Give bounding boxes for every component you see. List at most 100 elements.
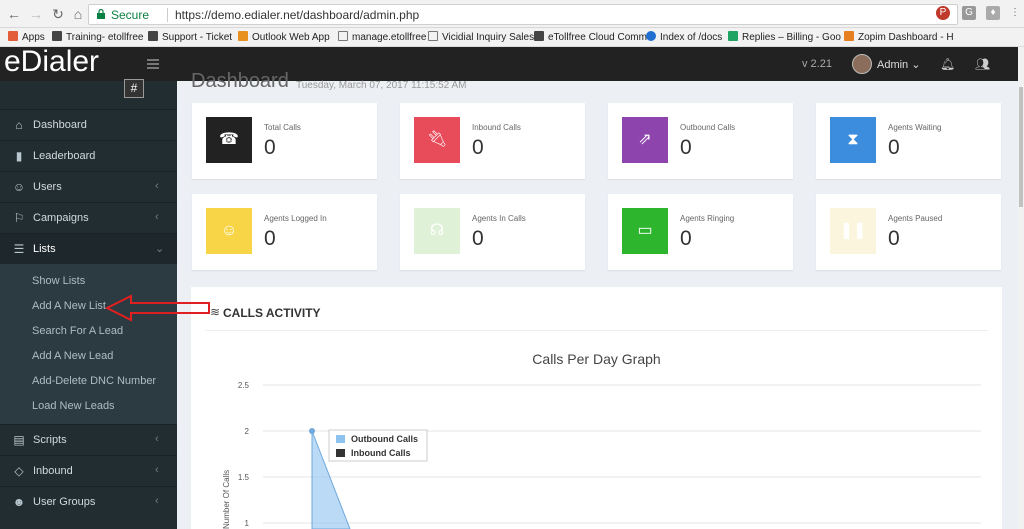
sidebar-item-campaigns[interactable]: ⚐ Campaigns ‹ bbox=[0, 202, 177, 233]
bookmark-item[interactable]: Zopim Dashboard - H bbox=[844, 31, 954, 43]
users-icon[interactable]: 👥︎ bbox=[975, 57, 990, 71]
calls-chart: 2.5 2 1.5 1 Number Of Calls Outbound Calls Inb… bbox=[222, 381, 981, 529]
menu-icon[interactable]: ⋮ bbox=[1008, 6, 1022, 20]
divider bbox=[205, 330, 988, 331]
back-icon[interactable]: ← bbox=[6, 6, 22, 22]
y-tick-label: 1.5 bbox=[238, 473, 250, 482]
lock-icon bbox=[97, 9, 105, 19]
sidebar-item-users[interactable]: ☺ Users ‹ bbox=[0, 171, 177, 202]
bookmark-apps[interactable]: Apps bbox=[8, 31, 45, 43]
stat-card-agents-logged-in[interactable]: ☺ Agents Logged In 0 bbox=[192, 194, 377, 270]
stat-label: Inbound Calls bbox=[472, 123, 521, 132]
extension-icon[interactable]: ♦ bbox=[986, 6, 1000, 20]
bookmark-item[interactable]: manage.etollfree bbox=[338, 31, 427, 43]
users-icon: ☺ bbox=[12, 180, 26, 194]
submenu-add-delete-dnc[interactable]: Add-Delete DNC Number bbox=[32, 375, 156, 387]
legend-label-inbound: Inbound Calls bbox=[351, 448, 411, 458]
apps-icon bbox=[8, 31, 18, 41]
bookmarks-bar: Apps Training- etollfree Support - Ticke… bbox=[0, 28, 1024, 47]
sidebar-item-leaderboard[interactable]: ▮ Leaderboard bbox=[0, 140, 177, 171]
legend-swatch-inbound bbox=[336, 449, 345, 457]
list-icon: ☰ bbox=[13, 242, 25, 256]
headset-icon: ☊ bbox=[414, 208, 460, 254]
stat-card-outbound-calls[interactable]: ⇗ Outbound Calls 0 bbox=[608, 103, 793, 179]
hamburger-menu-icon[interactable] bbox=[147, 59, 159, 69]
outlook-icon bbox=[238, 31, 248, 41]
stat-label: Total Calls bbox=[264, 123, 301, 132]
submenu-show-lists[interactable]: Show Lists bbox=[32, 275, 85, 287]
submenu-load-new-leads[interactable]: Load New Leads bbox=[32, 400, 115, 412]
stat-card-total-calls[interactable]: ☎ Total Calls 0 bbox=[192, 103, 377, 179]
file-icon: ▤ bbox=[13, 433, 25, 447]
stat-card-inbound-calls[interactable]: 🔌︎ Inbound Calls 0 bbox=[400, 103, 585, 179]
plug-icon: 🔌︎ bbox=[414, 117, 460, 163]
user-groups-icon: ☻ bbox=[12, 495, 26, 509]
scroll-thumb[interactable] bbox=[1019, 87, 1023, 207]
site-icon bbox=[534, 31, 544, 41]
y-tick-label: 2 bbox=[245, 427, 250, 436]
bookmark-item[interactable]: Vicidial Inquiry Sales bbox=[428, 31, 534, 43]
stat-card-agents-paused[interactable]: ❚❚ Agents Paused 0 bbox=[816, 194, 1001, 270]
zopim-icon bbox=[844, 31, 854, 41]
chevron-down-icon: ⌄ bbox=[155, 243, 165, 255]
bookmark-item[interactable]: Outlook Web App bbox=[238, 31, 330, 43]
site-icon bbox=[52, 31, 62, 41]
sidebar-item-user-groups[interactable]: ☻ User Groups ‹ bbox=[0, 486, 177, 517]
reload-icon[interactable]: ↻ bbox=[50, 6, 66, 22]
pause-icon: ❚❚ bbox=[830, 208, 876, 254]
sidebar-item-inbound[interactable]: ◇ Inbound ‹ bbox=[0, 455, 177, 486]
submenu-add-new-lead[interactable]: Add A New Lead bbox=[32, 350, 113, 362]
bookmark-item[interactable]: Index of /docs bbox=[646, 31, 722, 43]
logo-badge: # bbox=[124, 79, 144, 98]
bookmark-item[interactable]: Replies – Billing - Goo bbox=[728, 31, 841, 43]
diamond-icon: ◇ bbox=[14, 464, 24, 478]
data-point bbox=[309, 428, 315, 434]
stat-label: Agents Ringing bbox=[680, 214, 735, 223]
secure-label: Secure bbox=[111, 8, 150, 22]
submenu-search-lead[interactable]: Search For A Lead bbox=[32, 325, 123, 337]
submenu-add-new-list[interactable]: Add A New List bbox=[32, 300, 106, 312]
chevron-left-icon: ‹ bbox=[155, 433, 159, 445]
pinterest-icon[interactable]: P bbox=[936, 6, 950, 20]
user-menu[interactable]: Admin ⌄ bbox=[877, 58, 920, 71]
app-version: v 2.21 bbox=[802, 58, 832, 70]
y-axis-label: Number Of Calls bbox=[222, 470, 231, 529]
avatar[interactable] bbox=[852, 54, 872, 74]
address-bar[interactable]: Secure https://demo.edialer.net/dashboar… bbox=[88, 4, 958, 25]
chevron-left-icon: ‹ bbox=[155, 464, 159, 476]
app-logo[interactable]: eDialer bbox=[4, 47, 124, 75]
stat-value: 0 bbox=[472, 227, 484, 250]
page-datetime: Tuesday, March 07, 2017 11:15:52 AM bbox=[296, 80, 467, 91]
bell-icon[interactable]: 🔔︎ bbox=[940, 57, 955, 71]
bookmark-item[interactable]: Training- etollfree bbox=[52, 31, 143, 43]
stat-label: Outbound Calls bbox=[680, 123, 736, 132]
globe-icon bbox=[646, 31, 656, 41]
stat-value: 0 bbox=[680, 136, 692, 159]
phone-icon: ☎ bbox=[206, 117, 252, 163]
calls-activity-panel: ≋ CALLS ACTIVITY Calls Per Day Graph 2.5… bbox=[191, 287, 1002, 529]
sidebar-item-lists[interactable]: ☰ Lists ⌄ bbox=[0, 233, 177, 264]
page-scrollbar[interactable] bbox=[1018, 47, 1024, 529]
url-text[interactable]: https://demo.edialer.net/dashboard/admin… bbox=[175, 8, 419, 22]
home-icon: ⌂ bbox=[15, 118, 23, 132]
forward-icon[interactable]: → bbox=[28, 6, 44, 22]
layers-icon: ≋ bbox=[210, 305, 221, 319]
stat-card-agents-in-calls[interactable]: ☊ Agents In Calls 0 bbox=[400, 194, 585, 270]
sidebar-item-dashboard[interactable]: ⌂ Dashboard bbox=[0, 109, 177, 140]
stat-label: Agents Logged In bbox=[264, 214, 327, 223]
legend-swatch-outbound bbox=[336, 435, 345, 443]
bar-chart-icon: ▮ bbox=[15, 149, 23, 163]
extension-g-icon[interactable]: G bbox=[962, 6, 976, 20]
bookmark-item[interactable]: Support - Ticket bbox=[148, 31, 232, 43]
stat-card-agents-ringing[interactable]: ▭ Agents Ringing 0 bbox=[608, 194, 793, 270]
stat-label: Agents Waiting bbox=[888, 123, 942, 132]
stat-card-agents-waiting[interactable]: ⧗ Agents Waiting 0 bbox=[816, 103, 1001, 179]
bookmark-item[interactable]: eTollfree Cloud Comm bbox=[534, 31, 647, 43]
page-icon bbox=[338, 31, 348, 41]
legend-label-outbound: Outbound Calls bbox=[351, 434, 418, 444]
chevron-left-icon: ‹ bbox=[155, 495, 159, 507]
stat-value: 0 bbox=[888, 136, 900, 159]
stat-value: 0 bbox=[888, 227, 900, 250]
home-icon[interactable]: ⌂ bbox=[70, 6, 86, 22]
sidebar-item-scripts[interactable]: ▤ Scripts ‹ bbox=[0, 424, 177, 455]
